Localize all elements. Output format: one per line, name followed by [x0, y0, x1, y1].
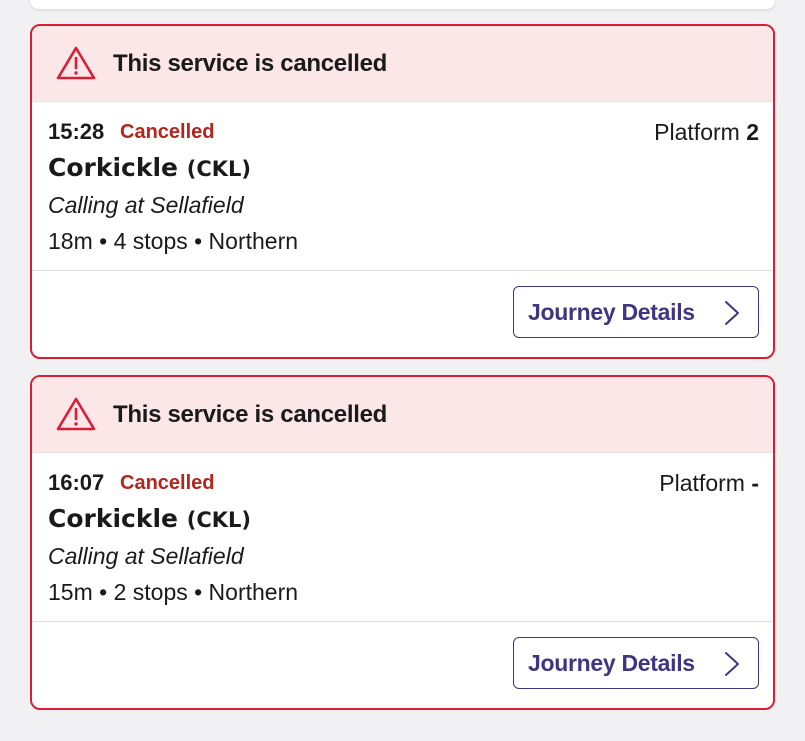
destination-code: (CKL)	[186, 157, 252, 181]
journey-summary: 15m • 2 stops • Northern	[48, 579, 299, 605]
destination: Corkickle (CKL)	[48, 504, 251, 533]
service-details: 16:07 Cancelled Platform - Corkickle (CK…	[32, 453, 773, 621]
platform-label: Platform	[659, 470, 745, 496]
calling-points: Calling at Sellafield	[48, 192, 244, 218]
destination-name: Corkickle	[48, 504, 179, 533]
cancellation-message: This service is cancelled	[113, 50, 387, 77]
destination-code: (CKL)	[186, 508, 252, 532]
departure-time: 15:28	[48, 119, 105, 144]
journey-details-button[interactable]: Journey Details	[513, 637, 759, 689]
cancellation-banner: This service is cancelled	[32, 377, 773, 453]
service-details: 15:28 Cancelled Platform 2 Corkickle (CK…	[32, 102, 773, 270]
platform-label: Platform	[654, 119, 740, 145]
platform-info: Platform -	[659, 470, 759, 497]
status-label: Cancelled	[120, 472, 215, 494]
previous-card	[30, 0, 775, 9]
journey-details-label: Journey Details	[528, 299, 695, 325]
service-card: This service is cancelled 15:28 Cancelle…	[30, 24, 775, 359]
calling-points: Calling at Sellafield	[48, 543, 244, 569]
platform-number: 2	[746, 119, 759, 145]
service-card: This service is cancelled 16:07 Cancelle…	[30, 375, 775, 710]
divider	[32, 621, 773, 622]
cancellation-banner: This service is cancelled	[32, 26, 773, 102]
destination-name: Corkickle	[48, 153, 179, 182]
journey-details-label: Journey Details	[528, 650, 695, 676]
warning-icon	[56, 397, 96, 431]
destination: Corkickle (CKL)	[48, 153, 251, 182]
warning-icon	[56, 46, 96, 80]
platform-info: Platform 2	[654, 119, 759, 146]
platform-number: -	[751, 470, 759, 496]
cancellation-message: This service is cancelled	[113, 401, 387, 428]
journey-details-button[interactable]: Journey Details	[513, 286, 759, 338]
status-label: Cancelled	[120, 121, 215, 143]
chevron-right-icon	[724, 300, 740, 326]
divider	[32, 270, 773, 271]
journey-summary: 18m • 4 stops • Northern	[48, 228, 299, 254]
departure-time: 16:07	[48, 470, 105, 495]
chevron-right-icon	[724, 651, 740, 677]
